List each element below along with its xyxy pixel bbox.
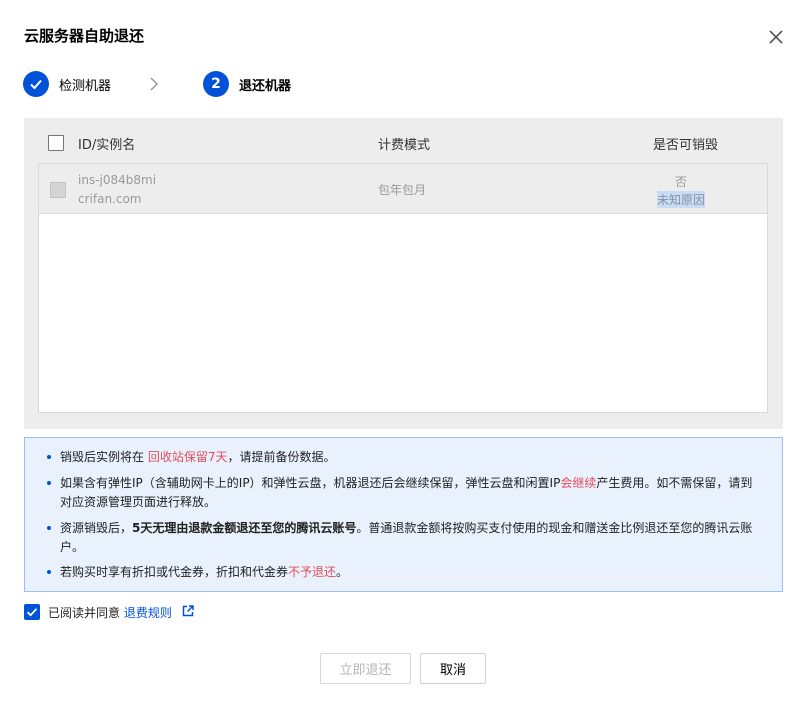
reason-text: 未知原因 — [657, 191, 706, 208]
instance-id: ins-j084b8mi — [78, 173, 157, 187]
agreement: 已阅读并同意 退费规则 — [24, 604, 324, 620]
select-all-checkbox[interactable] — [48, 135, 64, 151]
step-1-label: 检测机器 — [59, 79, 112, 94]
bullet — [47, 481, 51, 485]
table-header: ID/实例名 计费模式 是否可销毁 — [24, 118, 783, 163]
notice-box: 销毁后实例将在 回收站保留7天，请提前备份数据。 如果含有弹性IP（含辅助网卡上… — [24, 437, 783, 592]
stepper: 检测机器 2 退还机器 — [23, 71, 523, 97]
col-header-destroyable: 是否可销毁 — [653, 138, 719, 153]
bullet — [47, 570, 51, 574]
confirm-return-button[interactable]: 立即退还 — [320, 653, 411, 684]
chevron-right-icon — [150, 77, 159, 91]
refund-rules-link[interactable]: 退费规则 — [124, 606, 172, 620]
bullet — [47, 455, 51, 459]
billing-mode: 包年包月 — [378, 183, 427, 197]
check-icon — [26, 608, 38, 617]
bullet — [47, 526, 51, 530]
dialog-title: 云服务器自助退还 — [24, 27, 145, 45]
table-row: ins-j084b8mi crifan.com 包年包月 否 未知原因 — [39, 164, 767, 214]
agree-checkbox[interactable] — [24, 604, 40, 620]
cancel-button[interactable]: 取消 — [420, 653, 486, 684]
external-link-icon[interactable] — [182, 605, 194, 617]
close-icon[interactable] — [764, 25, 788, 49]
instance-table: ID/实例名 计费模式 是否可销毁 ins-j084b8mi crifan.co… — [24, 118, 783, 429]
check-icon — [30, 79, 42, 90]
col-header-billing: 计费模式 — [378, 138, 431, 153]
step-2-label: 退还机器 — [239, 79, 292, 94]
step-2-circle: 2 — [203, 71, 229, 97]
row-checkbox-disabled — [50, 182, 66, 198]
agree-text: 已阅读并同意 — [48, 606, 124, 620]
destroyable-value: 否 — [675, 175, 688, 189]
instance-name: crifan.com — [78, 192, 142, 206]
step-1-done-circle — [23, 71, 49, 97]
no-refund-highlight: 不予退还 — [288, 565, 337, 579]
table-body: ins-j084b8mi crifan.com 包年包月 否 未知原因 — [38, 163, 768, 413]
retention-highlight: 回收站保留7天 — [147, 450, 228, 464]
fee-highlight: 会继续 — [560, 476, 597, 490]
col-header-id: ID/实例名 — [78, 138, 136, 153]
